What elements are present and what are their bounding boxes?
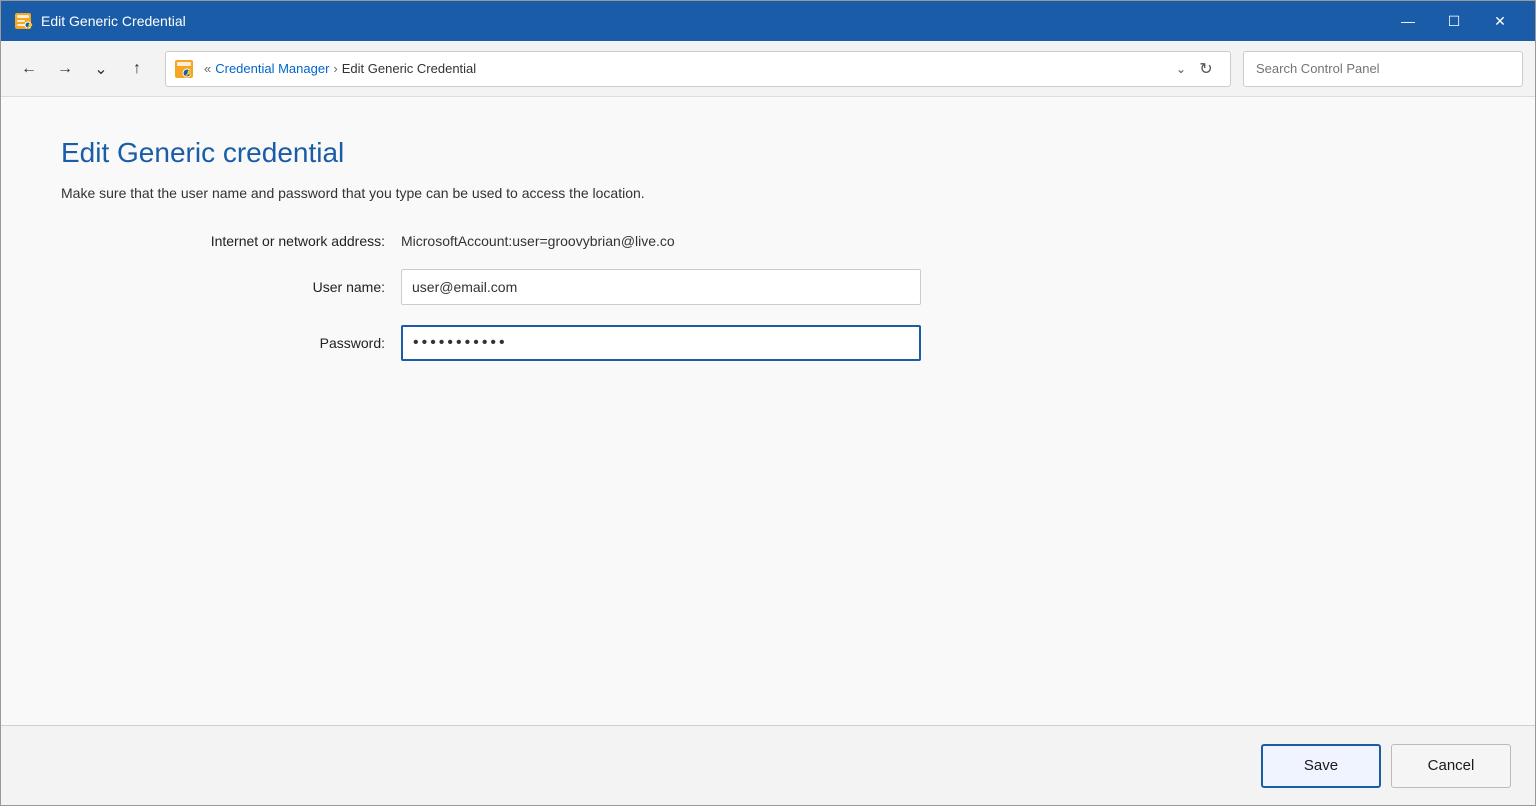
page-heading: Edit Generic credential	[61, 137, 1475, 169]
credential-form: Internet or network address: MicrosoftAc…	[61, 233, 1475, 381]
credential-manager-icon: 🔑	[174, 59, 194, 79]
search-input[interactable]	[1243, 51, 1523, 87]
refresh-button[interactable]: ↻	[1190, 53, 1222, 85]
username-input[interactable]	[401, 269, 921, 305]
window-controls: — ☐ ✕	[1385, 5, 1523, 37]
internet-address-row: Internet or network address: MicrosoftAc…	[61, 233, 1475, 249]
minimize-button[interactable]: —	[1385, 5, 1431, 37]
close-button[interactable]: ✕	[1477, 5, 1523, 37]
internet-address-value: MicrosoftAccount:user=groovybrian@live.c…	[401, 233, 675, 249]
address-separator-left: «	[204, 61, 211, 76]
bottom-bar: Save Cancel	[1, 725, 1535, 805]
svg-text:🔑: 🔑	[185, 69, 193, 77]
title-bar-text: Edit Generic Credential	[41, 13, 1385, 29]
maximize-button[interactable]: ☐	[1431, 5, 1477, 37]
main-content: Edit Generic credential Make sure that t…	[1, 97, 1535, 725]
address-bar: 🔑 « Credential Manager › Edit Generic Cr…	[165, 51, 1231, 87]
address-arrow: ›	[333, 61, 337, 76]
nav-bar: ← → ⌄ ↑ 🔑 « Credential Manager › Edit Ge…	[1, 41, 1535, 97]
up-button[interactable]: ↑	[121, 53, 153, 85]
password-label: Password:	[61, 335, 401, 351]
back-button[interactable]: ←	[13, 53, 45, 85]
breadcrumb-parent[interactable]: Credential Manager	[215, 61, 329, 76]
password-row: Password:	[61, 325, 1475, 361]
page-description: Make sure that the user name and passwor…	[61, 185, 1475, 201]
credential-manager-window: 🔑 Edit Generic Credential — ☐ ✕ ← → ⌄ ↑ …	[0, 0, 1536, 806]
forward-button[interactable]: →	[49, 53, 81, 85]
password-input[interactable]	[401, 325, 921, 361]
title-bar: 🔑 Edit Generic Credential — ☐ ✕	[1, 1, 1535, 41]
username-label: User name:	[61, 279, 401, 295]
svg-text:🔑: 🔑	[27, 23, 34, 30]
address-dropdown-button[interactable]: ⌄	[1172, 58, 1190, 80]
internet-address-label: Internet or network address:	[61, 233, 401, 249]
window-icon: 🔑	[13, 11, 33, 31]
username-row: User name:	[61, 269, 1475, 305]
dropdown-button[interactable]: ⌄	[85, 53, 117, 85]
save-button[interactable]: Save	[1261, 744, 1381, 788]
breadcrumb-current: Edit Generic Credential	[342, 61, 476, 76]
cancel-button[interactable]: Cancel	[1391, 744, 1511, 788]
